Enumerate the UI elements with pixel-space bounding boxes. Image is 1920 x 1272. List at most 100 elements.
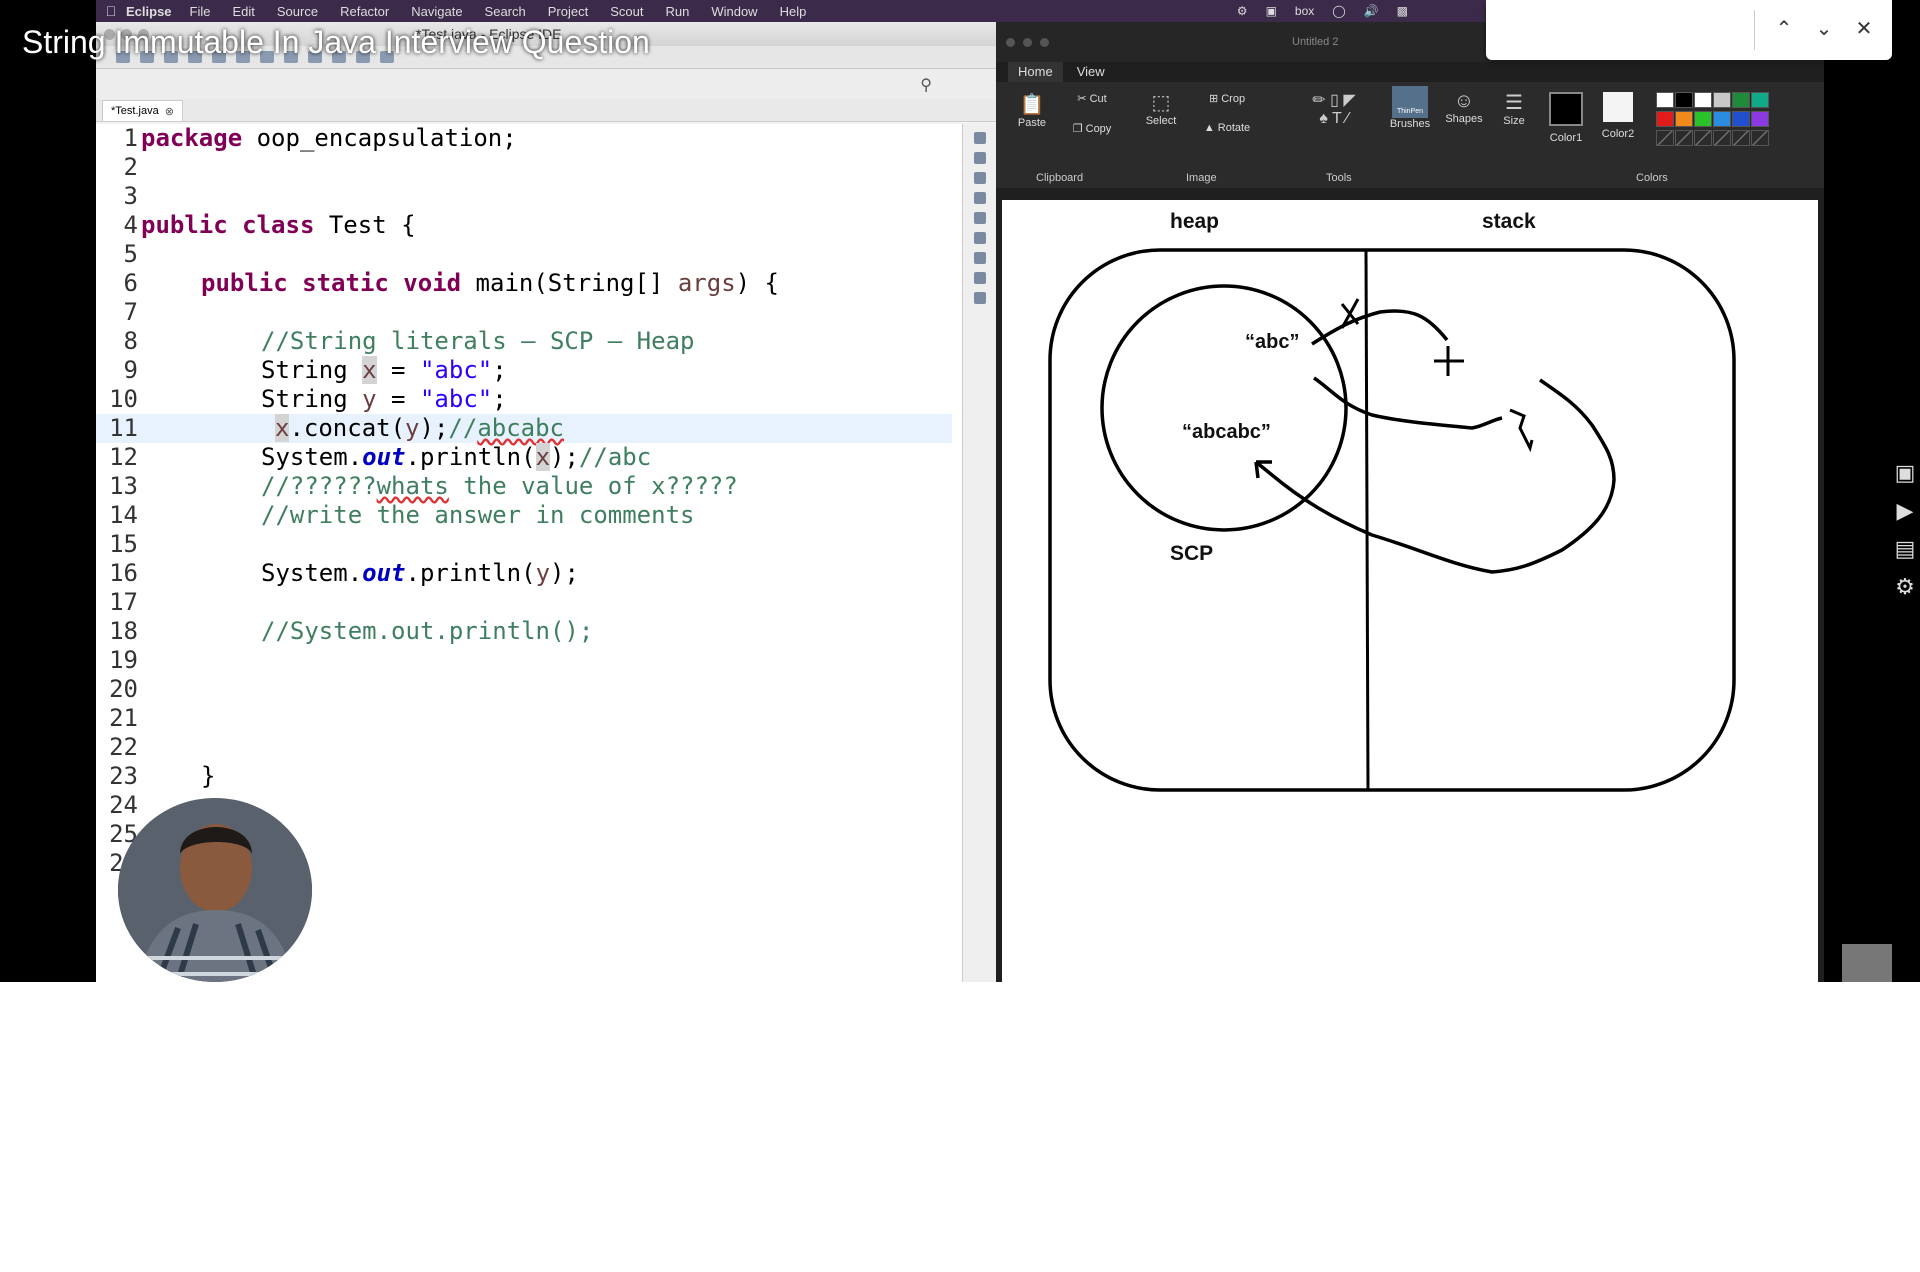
declaration-icon[interactable] <box>974 232 986 244</box>
palette-swatch[interactable] <box>1694 111 1712 127</box>
paint-window-controls <box>1006 38 1049 47</box>
line-number: 5 <box>123 240 138 268</box>
eyedropper-icon[interactable]: ⁄ <box>1346 110 1349 127</box>
code-line: 19 <box>96 646 952 675</box>
tab-home[interactable]: Home <box>1008 62 1063 82</box>
group-clipboard: Clipboard <box>1036 172 1084 184</box>
find-input[interactable] <box>1500 12 1746 46</box>
problems-icon[interactable] <box>974 192 986 204</box>
paint-ribbon: 📋 Paste ✂ Cut ❐ Copy ⬚ Select ⊞ Crop ▲ Rot… <box>996 82 1824 188</box>
junit-icon[interactable] <box>974 272 986 284</box>
paint-document-title: Untitled 2 <box>1292 36 1339 48</box>
apple-icon[interactable]:  <box>96 3 126 19</box>
eraser-icon[interactable]: ▯ <box>1330 92 1339 109</box>
outline-icon[interactable] <box>974 132 986 144</box>
empty-swatch[interactable] <box>1694 130 1712 146</box>
camera-icon[interactable]: ▣ <box>1895 460 1916 486</box>
palette-swatch[interactable] <box>1751 111 1769 127</box>
code-line: 1 package oop_encapsulation; <box>96 124 952 153</box>
line-number: 22 <box>109 733 138 761</box>
settings-gear-icon[interactable]: ⚙ <box>1895 574 1915 600</box>
menu-window[interactable]: Window <box>711 4 757 19</box>
palette-swatch[interactable] <box>1732 111 1750 127</box>
empty-swatch[interactable] <box>1751 130 1769 146</box>
palette-swatch[interactable] <box>1656 111 1674 127</box>
gallery-icon[interactable]: ▤ <box>1895 536 1916 562</box>
empty-swatch[interactable] <box>1732 130 1750 146</box>
menu-edit[interactable]: Edit <box>232 4 254 19</box>
code-line: 23} <box>96 762 952 791</box>
close-window-icon[interactable] <box>1006 38 1015 47</box>
shapes-button[interactable]: ☺ Shapes <box>1442 90 1486 125</box>
paint-canvas[interactable]: heap stack “abc” “abcabc” SCP <box>1002 200 1818 982</box>
tasks-icon[interactable] <box>974 152 986 164</box>
close-icon[interactable]: ✕ <box>1850 16 1878 41</box>
tab-view[interactable]: View <box>1067 62 1115 82</box>
gear-status-icon[interactable]: ⚙ <box>1237 4 1248 18</box>
scp-circle <box>1100 284 1348 532</box>
palette-swatch[interactable] <box>1694 92 1712 108</box>
palette-swatch[interactable] <box>1751 92 1769 108</box>
empty-swatch[interactable] <box>1656 130 1674 146</box>
palette-swatch[interactable] <box>1675 92 1693 108</box>
color2-button[interactable]: Color2 <box>1598 92 1638 140</box>
cut-button[interactable]: ✂ Cut <box>1062 92 1122 105</box>
close-tab-icon[interactable]: ⊗ <box>165 105 174 118</box>
presenter-thumbnail[interactable] <box>1842 944 1892 982</box>
javadoc-icon[interactable] <box>974 212 986 224</box>
menu-source[interactable]: Source <box>277 4 318 19</box>
chevron-down-icon[interactable]: ⌄ <box>1810 16 1838 41</box>
size-button[interactable]: ☰ Size <box>1496 90 1532 127</box>
menu-project[interactable]: Project <box>548 4 588 19</box>
palette-swatch[interactable] <box>1675 111 1693 127</box>
menu-run[interactable]: Run <box>665 4 689 19</box>
menu-help[interactable]: Help <box>780 4 807 19</box>
servers-icon[interactable] <box>974 252 986 264</box>
video-camera-icon[interactable]: ▶ <box>1897 498 1914 524</box>
palette-swatch[interactable] <box>1713 111 1731 127</box>
code-line-current: 11 x.concat(y);//abcabc <box>96 414 952 443</box>
menu-app-name[interactable]: Eclipse <box>126 4 172 19</box>
menu-refactor[interactable]: Refactor <box>340 4 389 19</box>
paste-button[interactable]: 📋 Paste <box>1012 92 1052 129</box>
debug-view-icon[interactable] <box>974 292 986 304</box>
copy-button[interactable]: ❐ Copy <box>1062 122 1122 135</box>
tab-test-java[interactable]: *Test.java ⊗ <box>102 100 183 121</box>
palette-swatch[interactable] <box>1713 92 1731 108</box>
pencil-icon[interactable]: ✏ <box>1312 92 1325 109</box>
menu-navigate[interactable]: Navigate <box>411 4 462 19</box>
bucket-icon[interactable]: ♠ <box>1319 110 1328 127</box>
empty-swatch[interactable] <box>1713 130 1731 146</box>
text-tool-icon[interactable]: T <box>1332 110 1341 127</box>
color1-button[interactable]: Color1 <box>1546 92 1586 144</box>
palette-swatch[interactable] <box>1656 92 1674 108</box>
volume-status-icon[interactable]: 🔊 <box>1364 4 1379 18</box>
box-status-label[interactable]: box <box>1295 4 1314 18</box>
window-status-icon[interactable]: ▣ <box>1266 4 1277 18</box>
menu-scout[interactable]: Scout <box>610 4 643 19</box>
webcam-overlay <box>118 798 312 982</box>
palette-swatch[interactable] <box>1732 92 1750 108</box>
play-status-icon[interactable]: ◯ <box>1332 4 1345 18</box>
chevron-up-icon[interactable]: ⌃ <box>1770 16 1798 41</box>
eclipse-perspective-bar: ⚲ <box>96 69 996 99</box>
menu-search[interactable]: Search <box>485 4 526 19</box>
console-icon[interactable] <box>974 172 986 184</box>
fill-icon[interactable]: ◤ <box>1343 92 1355 109</box>
minimize-window-icon[interactable] <box>1023 38 1032 47</box>
rotate-button[interactable]: ▲ Rotate <box>1192 122 1262 134</box>
code-line: 20 <box>96 675 952 704</box>
code-text: x.concat(y);//abcabc <box>275 414 565 442</box>
video-frame:  Eclipse File Edit Source Refactor Navi… <box>0 0 1920 982</box>
display-status-icon[interactable]: ▩ <box>1397 4 1408 18</box>
zoom-window-icon[interactable] <box>1040 38 1049 47</box>
brushes-button[interactable]: ThinPen Brushes <box>1388 86 1432 130</box>
crop-button[interactable]: ⊞ Crop <box>1192 92 1262 105</box>
empty-swatch[interactable] <box>1675 130 1693 146</box>
code-text: public class Test { <box>141 211 416 239</box>
line-number: 1 <box>123 124 138 152</box>
search-icon[interactable]: ⚲ <box>920 75 932 95</box>
line-number: 16 <box>109 559 138 587</box>
menu-file[interactable]: File <box>190 4 211 19</box>
select-button[interactable]: ⬚ Select <box>1136 90 1186 127</box>
